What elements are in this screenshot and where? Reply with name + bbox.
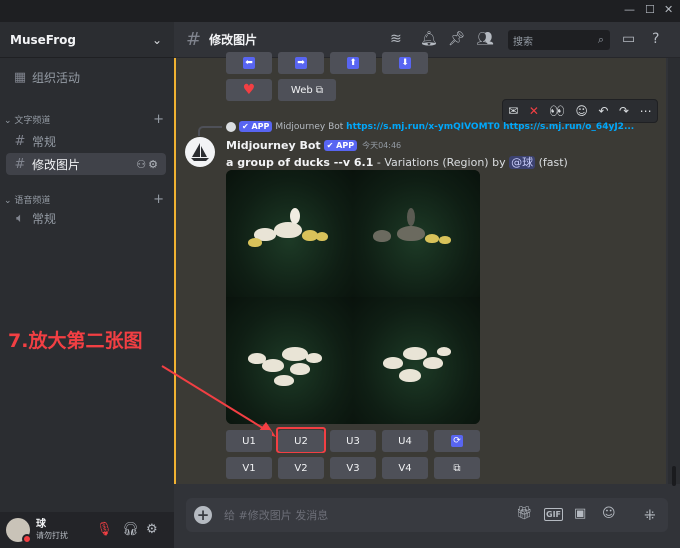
apps-icon[interactable]: ⁜ (644, 508, 656, 524)
add-attachment-button[interactable]: + (194, 506, 212, 524)
button-label: U4 (398, 435, 412, 447)
v3-button[interactable]: V3 (330, 457, 376, 479)
u2-button[interactable]: U2 (278, 430, 324, 452)
external-link-icon: ⧉ (453, 462, 461, 474)
button-label: V4 (398, 462, 412, 474)
gift-icon[interactable]: 🎁︎ (516, 506, 533, 521)
button-label: U3 (346, 435, 360, 447)
emoji-icon[interactable]: ☺ (602, 506, 616, 521)
v1-button[interactable]: V1 (226, 457, 272, 479)
button-label: V1 (242, 462, 256, 474)
message-placeholder: 给 #修改图片 发消息 (224, 509, 329, 522)
button-label: V3 (346, 462, 360, 474)
u3-button[interactable]: U3 (330, 430, 376, 452)
button-label: U1 (242, 435, 256, 447)
refresh-icon: ⟳ (451, 435, 463, 447)
open-link-button[interactable]: ⧉ (434, 457, 480, 479)
message-input[interactable]: + 给 #修改图片 发消息 🎁︎ GIF ▣ ☺ (186, 498, 668, 532)
button-label: U2 (294, 435, 308, 447)
v2-button[interactable]: V2 (278, 457, 324, 479)
reroll-button[interactable]: ⟳ (434, 430, 480, 452)
button-label: V2 (294, 462, 308, 474)
u1-button[interactable]: U1 (226, 430, 272, 452)
sticker-icon[interactable]: ▣ (574, 506, 586, 521)
u4-button[interactable]: U4 (382, 430, 428, 452)
v4-button[interactable]: V4 (382, 457, 428, 479)
gif-icon[interactable]: GIF (544, 508, 564, 521)
